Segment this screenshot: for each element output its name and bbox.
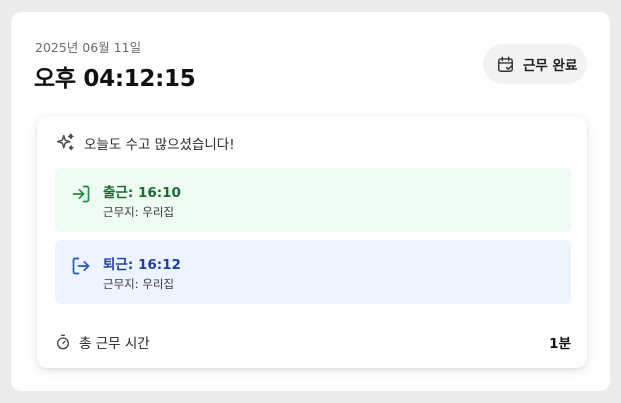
completion-message: 오늘도 수고 많으셨습니다! <box>55 132 235 153</box>
completion-message-text: 오늘도 수고 많으셨습니다! <box>84 136 235 153</box>
clock-in-entry: 출근: 16:10 근무지: 우리집 <box>55 168 571 232</box>
work-status-label: 근무 완료 <box>523 58 578 74</box>
calendar-check-icon <box>498 56 513 72</box>
log-in-icon <box>72 185 90 203</box>
clock-in-time: 출근: 16:10 <box>103 185 181 201</box>
work-status-button[interactable]: 근무 완료 <box>483 44 587 84</box>
summary-panel: 오늘도 수고 많으셨습니다! 출근: 16:10 근무지: 우리집 퇴근: 16… <box>37 116 587 368</box>
clock-out-time: 퇴근: 16:12 <box>103 257 181 273</box>
clock-out-location: 근무지: 우리집 <box>103 277 175 291</box>
clock-out-entry: 퇴근: 16:12 근무지: 우리집 <box>55 240 571 304</box>
total-work-time-label: 총 근무 시간 <box>79 336 150 352</box>
total-work-time-value: 1분 <box>549 336 571 352</box>
total-work-time: 총 근무 시간 1분 <box>55 332 571 352</box>
timer-icon <box>57 334 69 350</box>
current-date: 2025년 06월 11일 <box>35 40 142 55</box>
attendance-card: 2025년 06월 11일 오후 04:12:15 근무 완료 오늘도 수고 많… <box>11 12 610 391</box>
log-out-icon <box>72 257 90 275</box>
clock-in-location: 근무지: 우리집 <box>103 205 175 219</box>
sparkles-icon <box>56 133 74 151</box>
current-time: 오후 04:12:15 <box>34 66 196 92</box>
